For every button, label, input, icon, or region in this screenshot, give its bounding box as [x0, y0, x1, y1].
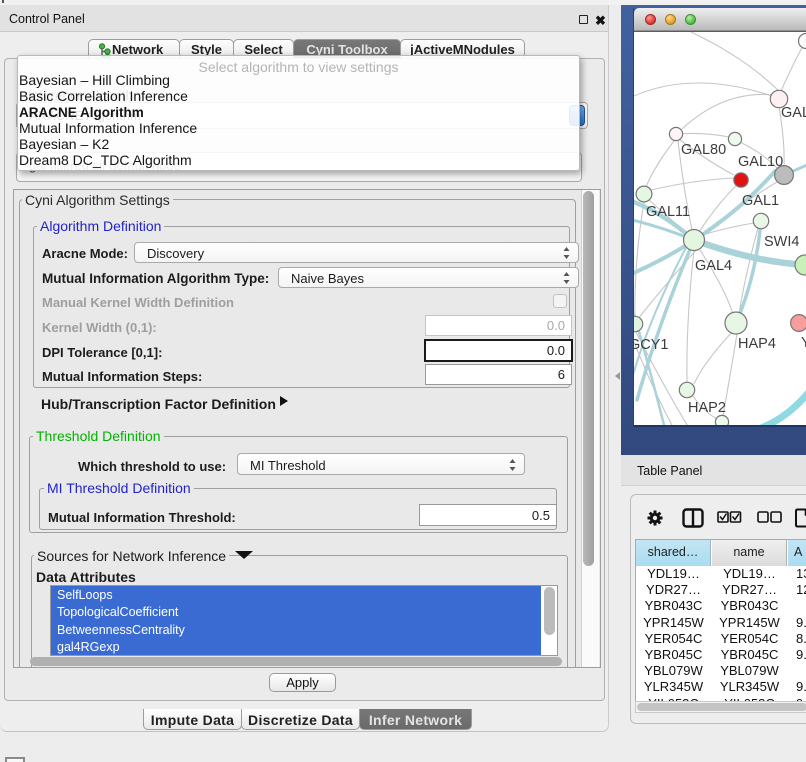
svg-text:GCY1: GCY1: [634, 337, 669, 353]
svg-text:GAL7: GAL7: [781, 105, 806, 121]
svg-text:HAP2: HAP2: [688, 400, 726, 416]
svg-text:HAP4: HAP4: [738, 336, 776, 352]
svg-text:GAL80: GAL80: [681, 142, 726, 158]
svg-text:GAL10: GAL10: [738, 154, 783, 170]
svg-text:Y: Y: [801, 335, 806, 351]
svg-text:GAL1: GAL1: [742, 193, 779, 209]
svg-text:GAL11: GAL11: [646, 204, 690, 220]
svg-text:SWI4: SWI4: [764, 234, 799, 250]
svg-text:GAL4: GAL4: [695, 258, 732, 274]
